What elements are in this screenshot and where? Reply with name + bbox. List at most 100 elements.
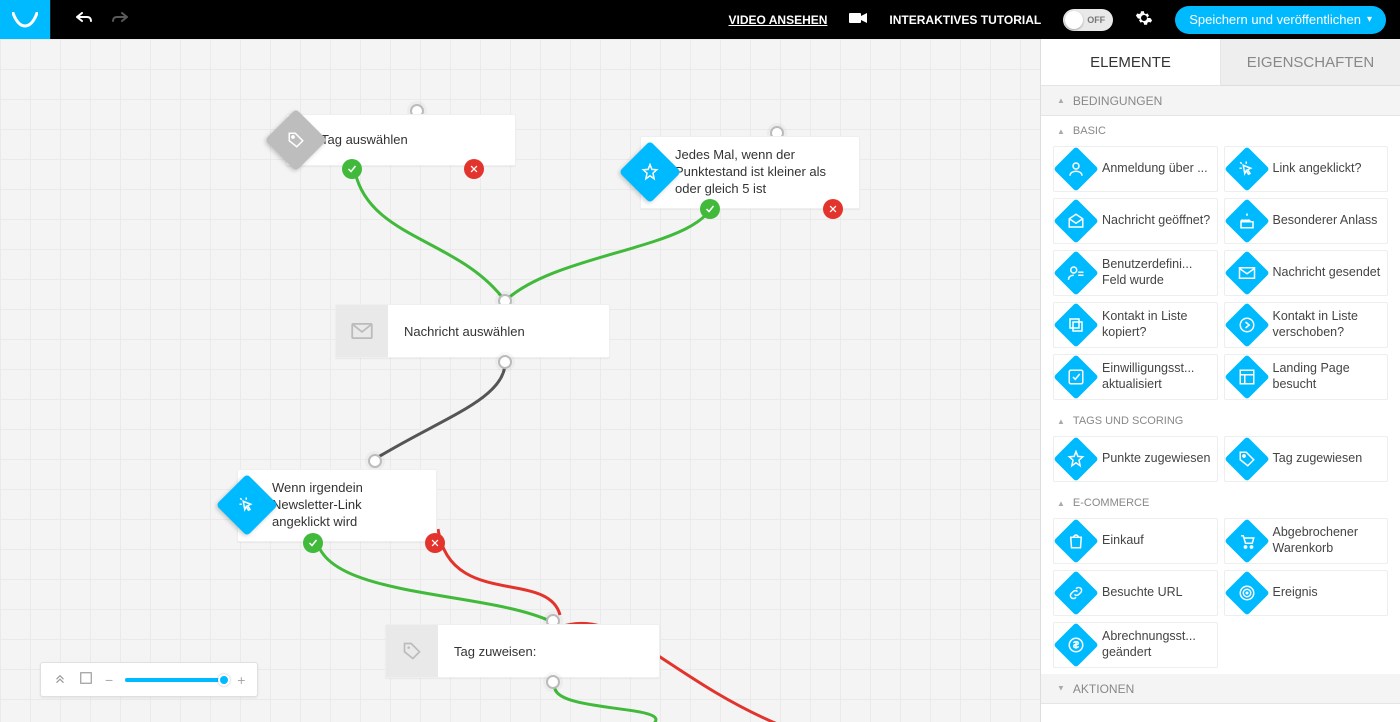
topbar: VIDEO ANSEHEN INTERAKTIVES TUTORIAL OFF … (0, 0, 1400, 39)
node-label: Wenn irgendein Newsletter-Link angeklick… (272, 480, 420, 531)
palette-item-moved-to-list[interactable]: Kontakt in Liste verschoben? (1224, 302, 1389, 348)
palette-item-label: Landing Page besucht (1273, 361, 1382, 392)
panel-tabs: ELEMENTE EIGENSCHAFTEN (1041, 39, 1400, 86)
shopping-bag-icon (1053, 518, 1098, 563)
palette-item-custom-field[interactable]: Benutzerdefini... Feld wurde (1053, 250, 1218, 296)
mail-open-icon (1053, 198, 1098, 243)
palette-item-event[interactable]: Ereignis (1224, 570, 1389, 616)
yes-output[interactable] (342, 159, 362, 179)
palette-item-label: Einkauf (1102, 533, 1144, 549)
cursor-click-icon (238, 496, 256, 514)
tutorial-label: INTERAKTIVES TUTORIAL (889, 13, 1041, 27)
palette-item-message-opened[interactable]: Nachricht geöffnet? (1053, 198, 1218, 244)
node-select-message[interactable]: Nachricht auswählen (335, 304, 610, 358)
publish-button[interactable]: Speichern und veröffentlichen (1175, 6, 1386, 34)
palette-item-label: Ereignis (1273, 585, 1318, 601)
chevrons-up-icon (53, 671, 67, 685)
logo[interactable] (0, 0, 50, 39)
zoom-in-button[interactable]: + (237, 672, 245, 688)
user-icon (1053, 146, 1098, 191)
yes-output[interactable] (303, 533, 323, 553)
node-score-condition[interactable]: Jedes Mal, wenn der Punktestand ist klei… (618, 136, 860, 209)
collapse-button[interactable] (53, 671, 67, 688)
section-actions[interactable]: ▲ AKTIONEN (1041, 674, 1400, 704)
palette-item-label: Abgebrochener Warenkorb (1273, 525, 1382, 556)
tab-properties[interactable]: EIGENSCHAFTEN (1221, 39, 1400, 86)
mail-icon (351, 323, 373, 339)
group-ecommerce-header[interactable]: ▲ E-COMMERCE (1041, 488, 1400, 518)
node-link-clicked[interactable]: Wenn irgendein Newsletter-Link angeklick… (215, 469, 437, 542)
connector-port[interactable] (368, 454, 382, 468)
palette-basic: Anmeldung über ... Link angeklickt? Nach… (1041, 146, 1400, 406)
chevron-up-icon: ▲ (1057, 417, 1065, 426)
node-label: Tag auswählen (321, 132, 408, 149)
workflow-canvas[interactable]: Tag auswählen Jedes Mal, wenn der Punkte… (0, 39, 1040, 722)
palette-item-score-assigned[interactable]: Punkte zugewiesen (1053, 436, 1218, 482)
check-icon (704, 203, 716, 215)
palette-item-signup[interactable]: Anmeldung über ... (1053, 146, 1218, 192)
connector-port[interactable] (498, 355, 512, 369)
palette-item-link-clicked[interactable]: Link angeklickt? (1224, 146, 1389, 192)
palette-item-purchase[interactable]: Einkauf (1053, 518, 1218, 564)
section-conditions[interactable]: ▲ BEDINGUNGEN (1041, 86, 1400, 116)
star-icon (641, 163, 659, 181)
zoom-out-button[interactable]: − (105, 672, 113, 688)
connector-port[interactable] (546, 675, 560, 689)
tag-icon (402, 641, 422, 661)
group-basic-header[interactable]: ▲ BASIC (1041, 116, 1400, 146)
palette-item-copied-to-list[interactable]: Kontakt in Liste kopiert? (1053, 302, 1218, 348)
tag-icon (287, 131, 305, 149)
x-icon (828, 204, 838, 214)
node-label: Jedes Mal, wenn der Punktestand ist klei… (675, 147, 843, 198)
palette-item-label: Kontakt in Liste verschoben? (1273, 309, 1382, 340)
zoom-slider[interactable] (125, 678, 225, 682)
palette-item-special-occasion[interactable]: Besonderer Anlass (1224, 198, 1389, 244)
palette-item-message-sent[interactable]: Nachricht gesendet (1224, 250, 1389, 296)
no-output[interactable] (425, 533, 445, 553)
x-icon (430, 538, 440, 548)
palette-ecommerce: Einkauf Abgebrochener Warenkorb Besuchte… (1041, 518, 1400, 674)
toggle-knob (1065, 11, 1083, 29)
smile-logo-icon (12, 12, 38, 28)
node-assign-tag[interactable]: Tag zuweisen: (385, 624, 660, 678)
mail-sent-icon (1224, 250, 1269, 295)
link-icon (1053, 570, 1098, 615)
palette-item-label: Einwilligungsst... aktualisiert (1102, 361, 1211, 392)
group-tags-header[interactable]: ▲ TAGS UND SCORING (1041, 406, 1400, 436)
palette-item-billing-changed[interactable]: Abrechnungsst... geändert (1053, 622, 1218, 668)
video-link[interactable]: VIDEO ANSEHEN (729, 13, 828, 27)
redo-button[interactable] (112, 12, 128, 27)
node-select-tag[interactable]: Tag auswählen (264, 114, 516, 166)
palette-item-abandoned-cart[interactable]: Abgebrochener Warenkorb (1224, 518, 1389, 564)
zoom-fill (125, 678, 225, 682)
group-label: TAGS UND SCORING (1073, 415, 1183, 427)
tutorial-toggle[interactable]: OFF (1063, 9, 1113, 31)
palette-item-landing-page[interactable]: Landing Page besucht (1224, 354, 1389, 400)
zoom-knob[interactable] (218, 674, 230, 686)
palette-tags: Punkte zugewiesen Tag zugewiesen (1041, 436, 1400, 488)
no-output[interactable] (823, 199, 843, 219)
side-panel: ELEMENTE EIGENSCHAFTEN ▲ BEDINGUNGEN ▲ B… (1040, 39, 1400, 722)
palette-item-visited-url[interactable]: Besuchte URL (1053, 570, 1218, 616)
palette-item-label: Nachricht geöffnet? (1102, 213, 1210, 229)
palette-item-label: Kontakt in Liste kopiert? (1102, 309, 1211, 340)
palette-item-label: Anmeldung über ... (1102, 161, 1208, 177)
section-label: BEDINGUNGEN (1073, 94, 1162, 108)
user-field-icon (1053, 250, 1098, 295)
settings-button[interactable] (1135, 9, 1153, 30)
palette-item-label: Abrechnungsst... geändert (1102, 629, 1211, 660)
palette-item-tag-assigned[interactable]: Tag zugewiesen (1224, 436, 1389, 482)
chevron-up-icon: ▲ (1057, 127, 1065, 136)
expand-icon (79, 671, 93, 685)
dollar-refresh-icon (1053, 622, 1098, 667)
redo-icon (112, 12, 128, 24)
no-output[interactable] (464, 159, 484, 179)
fit-screen-button[interactable] (79, 671, 93, 688)
undo-button[interactable] (76, 12, 92, 27)
palette-item-consent-updated[interactable]: Einwilligungsst... aktualisiert (1053, 354, 1218, 400)
yes-output[interactable] (700, 199, 720, 219)
palette-item-label: Nachricht gesendet (1273, 265, 1381, 281)
palette-item-label: Punkte zugewiesen (1102, 451, 1210, 467)
tab-elements[interactable]: ELEMENTE (1041, 39, 1221, 86)
group-label: BASIC (1073, 125, 1106, 137)
